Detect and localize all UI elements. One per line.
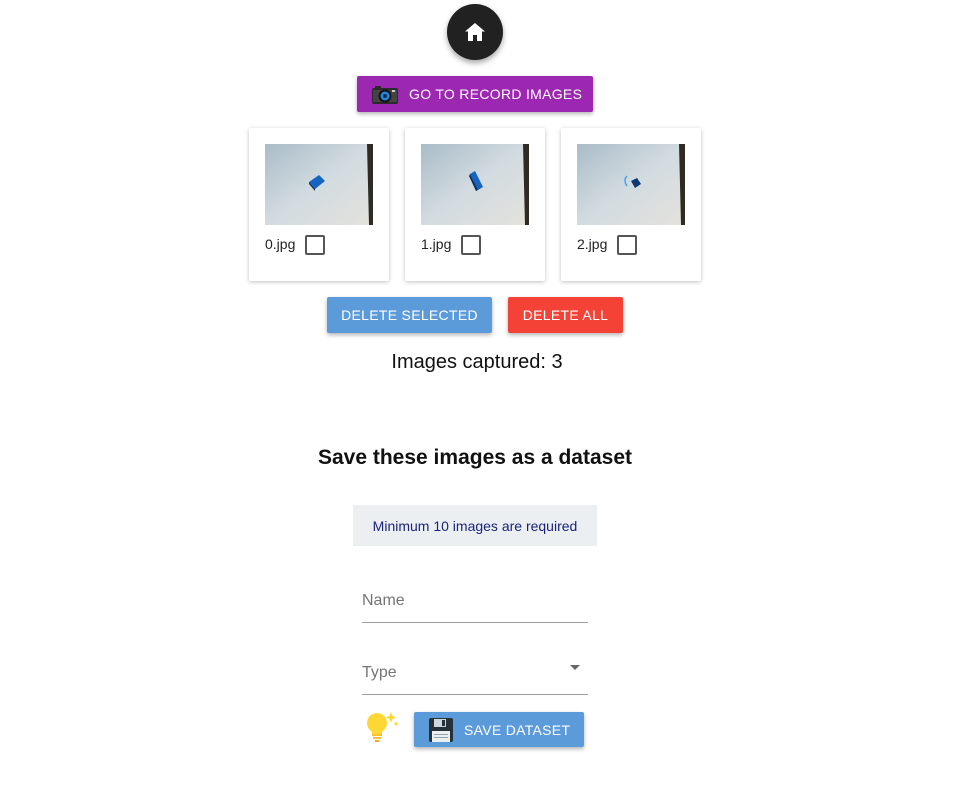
images-captured-count: Images captured: 3: [391, 351, 563, 373]
save-dataset-button[interactable]: SAVE DATASET: [414, 712, 584, 747]
record-button-label: GO TO RECORD IMAGES: [409, 86, 583, 102]
dataset-type-select[interactable]: Type: [362, 654, 588, 695]
image-thumbnail[interactable]: [265, 144, 373, 225]
image-filename: 2.jpg: [577, 236, 608, 252]
save-dataset-heading: Save these images as a dataset: [317, 446, 632, 469]
home-button[interactable]: [447, 4, 503, 60]
go-to-record-images-button[interactable]: GO TO RECORD IMAGES: [357, 76, 593, 112]
image-select-checkbox[interactable]: [305, 235, 325, 255]
dropdown-arrow-icon: [570, 665, 580, 670]
image-card: 1.jpg: [405, 128, 545, 281]
delete-selected-button[interactable]: DELETE SELECTED: [327, 297, 492, 333]
dataset-name-field[interactable]: Name: [362, 582, 588, 623]
image-select-checkbox[interactable]: [617, 235, 637, 255]
minimum-images-notice: Minimum 10 images are required: [353, 505, 597, 546]
home-icon: [465, 23, 485, 41]
image-thumbnail[interactable]: [577, 144, 685, 225]
delete-all-button[interactable]: DELETE ALL: [508, 297, 623, 333]
name-field-label: Name: [362, 592, 405, 609]
image-card: 2.jpg: [561, 128, 701, 281]
lightbulb-icon[interactable]: [365, 710, 399, 747]
image-filename: 1.jpg: [421, 236, 452, 252]
image-filename: 0.jpg: [265, 236, 296, 252]
image-select-checkbox[interactable]: [461, 235, 481, 255]
type-field-label: Type: [362, 664, 397, 681]
save-dataset-label: SAVE DATASET: [464, 721, 571, 738]
floppy-disk-icon: [429, 717, 453, 742]
camera-icon: [372, 84, 398, 104]
image-thumbnail[interactable]: [421, 144, 529, 225]
image-card: 0.jpg: [249, 128, 389, 281]
